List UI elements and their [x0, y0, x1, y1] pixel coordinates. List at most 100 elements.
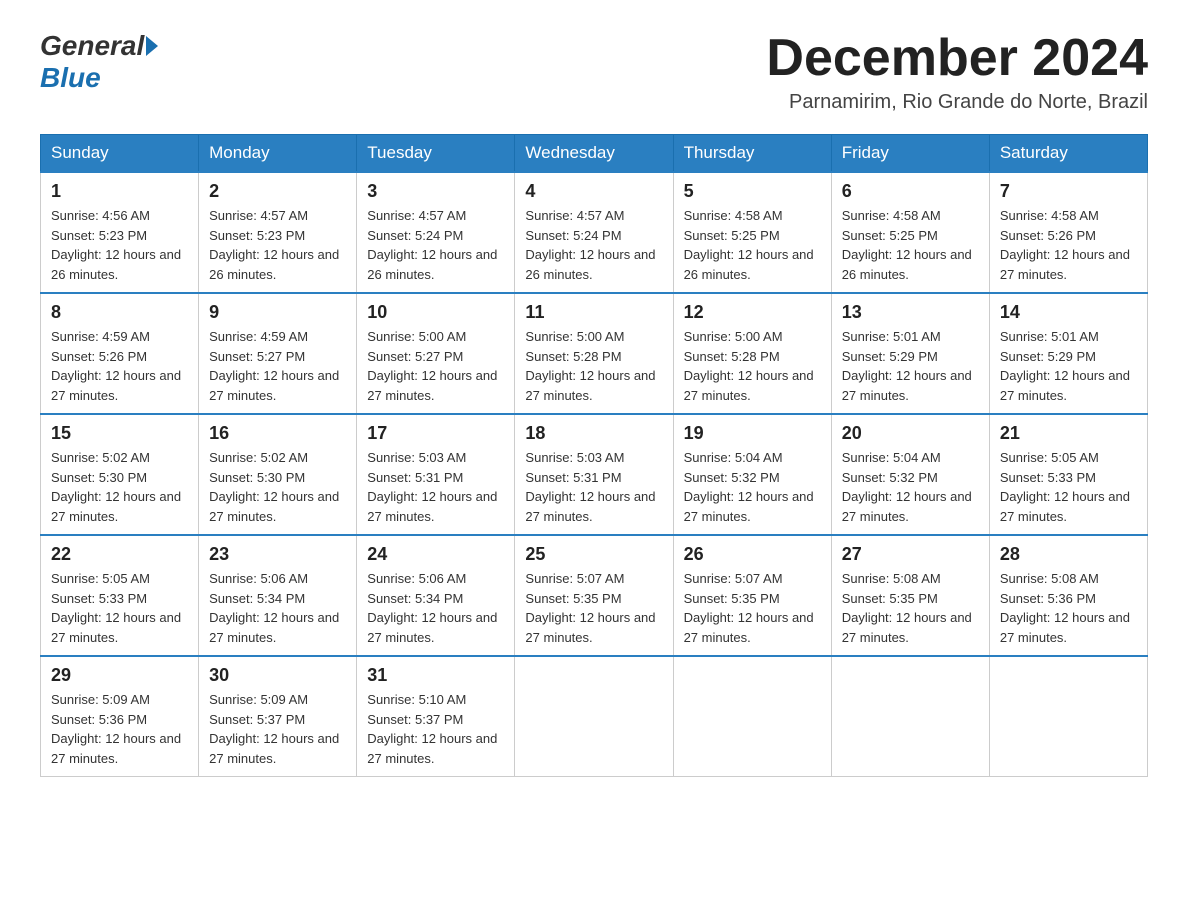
day-cell-27: 27 Sunrise: 5:08 AMSunset: 5:35 PMDaylig… — [831, 535, 989, 656]
day-number: 12 — [684, 302, 821, 323]
day-number: 10 — [367, 302, 504, 323]
day-number: 7 — [1000, 181, 1137, 202]
day-info: Sunrise: 5:00 AMSunset: 5:28 PMDaylight:… — [684, 327, 821, 405]
day-info: Sunrise: 4:56 AMSunset: 5:23 PMDaylight:… — [51, 206, 188, 284]
day-cell-22: 22 Sunrise: 5:05 AMSunset: 5:33 PMDaylig… — [41, 535, 199, 656]
day-info: Sunrise: 5:09 AMSunset: 5:37 PMDaylight:… — [209, 690, 346, 768]
day-number: 4 — [525, 181, 662, 202]
header-monday: Monday — [199, 135, 357, 173]
day-info: Sunrise: 5:07 AMSunset: 5:35 PMDaylight:… — [684, 569, 821, 647]
logo-triangle-icon — [146, 36, 158, 56]
day-cell-7: 7 Sunrise: 4:58 AMSunset: 5:26 PMDayligh… — [989, 172, 1147, 293]
day-cell-10: 10 Sunrise: 5:00 AMSunset: 5:27 PMDaylig… — [357, 293, 515, 414]
day-number: 30 — [209, 665, 346, 686]
day-number: 2 — [209, 181, 346, 202]
title-section: December 2024 Parnamirim, Rio Grande do … — [766, 30, 1148, 114]
day-number: 17 — [367, 423, 504, 444]
logo-blue-text: Blue — [40, 62, 101, 94]
day-cell-4: 4 Sunrise: 4:57 AMSunset: 5:24 PMDayligh… — [515, 172, 673, 293]
week-row-4: 22 Sunrise: 5:05 AMSunset: 5:33 PMDaylig… — [41, 535, 1148, 656]
day-number: 15 — [51, 423, 188, 444]
day-number: 29 — [51, 665, 188, 686]
day-info: Sunrise: 5:06 AMSunset: 5:34 PMDaylight:… — [209, 569, 346, 647]
day-number: 21 — [1000, 423, 1137, 444]
week-row-2: 8 Sunrise: 4:59 AMSunset: 5:26 PMDayligh… — [41, 293, 1148, 414]
day-info: Sunrise: 4:57 AMSunset: 5:23 PMDaylight:… — [209, 206, 346, 284]
day-info: Sunrise: 4:57 AMSunset: 5:24 PMDaylight:… — [367, 206, 504, 284]
day-info: Sunrise: 5:10 AMSunset: 5:37 PMDaylight:… — [367, 690, 504, 768]
day-number: 8 — [51, 302, 188, 323]
day-cell-23: 23 Sunrise: 5:06 AMSunset: 5:34 PMDaylig… — [199, 535, 357, 656]
day-info: Sunrise: 5:03 AMSunset: 5:31 PMDaylight:… — [525, 448, 662, 526]
day-info: Sunrise: 5:04 AMSunset: 5:32 PMDaylight:… — [684, 448, 821, 526]
day-cell-5: 5 Sunrise: 4:58 AMSunset: 5:25 PMDayligh… — [673, 172, 831, 293]
day-cell-19: 19 Sunrise: 5:04 AMSunset: 5:32 PMDaylig… — [673, 414, 831, 535]
empty-cell — [515, 656, 673, 777]
day-info: Sunrise: 5:07 AMSunset: 5:35 PMDaylight:… — [525, 569, 662, 647]
day-info: Sunrise: 4:59 AMSunset: 5:27 PMDaylight:… — [209, 327, 346, 405]
day-cell-9: 9 Sunrise: 4:59 AMSunset: 5:27 PMDayligh… — [199, 293, 357, 414]
day-number: 22 — [51, 544, 188, 565]
week-row-3: 15 Sunrise: 5:02 AMSunset: 5:30 PMDaylig… — [41, 414, 1148, 535]
day-info: Sunrise: 5:01 AMSunset: 5:29 PMDaylight:… — [1000, 327, 1137, 405]
day-cell-17: 17 Sunrise: 5:03 AMSunset: 5:31 PMDaylig… — [357, 414, 515, 535]
day-number: 13 — [842, 302, 979, 323]
day-cell-29: 29 Sunrise: 5:09 AMSunset: 5:36 PMDaylig… — [41, 656, 199, 777]
day-number: 28 — [1000, 544, 1137, 565]
location-title: Parnamirim, Rio Grande do Norte, Brazil — [766, 91, 1148, 114]
day-info: Sunrise: 4:59 AMSunset: 5:26 PMDaylight:… — [51, 327, 188, 405]
day-cell-3: 3 Sunrise: 4:57 AMSunset: 5:24 PMDayligh… — [357, 172, 515, 293]
day-number: 1 — [51, 181, 188, 202]
day-info: Sunrise: 5:08 AMSunset: 5:36 PMDaylight:… — [1000, 569, 1137, 647]
day-cell-12: 12 Sunrise: 5:00 AMSunset: 5:28 PMDaylig… — [673, 293, 831, 414]
month-title: December 2024 — [766, 30, 1148, 87]
day-info: Sunrise: 4:58 AMSunset: 5:26 PMDaylight:… — [1000, 206, 1137, 284]
day-info: Sunrise: 5:09 AMSunset: 5:36 PMDaylight:… — [51, 690, 188, 768]
day-cell-31: 31 Sunrise: 5:10 AMSunset: 5:37 PMDaylig… — [357, 656, 515, 777]
day-number: 31 — [367, 665, 504, 686]
day-cell-11: 11 Sunrise: 5:00 AMSunset: 5:28 PMDaylig… — [515, 293, 673, 414]
day-cell-26: 26 Sunrise: 5:07 AMSunset: 5:35 PMDaylig… — [673, 535, 831, 656]
day-number: 16 — [209, 423, 346, 444]
day-info: Sunrise: 5:04 AMSunset: 5:32 PMDaylight:… — [842, 448, 979, 526]
day-info: Sunrise: 5:02 AMSunset: 5:30 PMDaylight:… — [209, 448, 346, 526]
day-info: Sunrise: 5:00 AMSunset: 5:28 PMDaylight:… — [525, 327, 662, 405]
day-cell-15: 15 Sunrise: 5:02 AMSunset: 5:30 PMDaylig… — [41, 414, 199, 535]
day-info: Sunrise: 5:03 AMSunset: 5:31 PMDaylight:… — [367, 448, 504, 526]
day-cell-24: 24 Sunrise: 5:06 AMSunset: 5:34 PMDaylig… — [357, 535, 515, 656]
day-cell-2: 2 Sunrise: 4:57 AMSunset: 5:23 PMDayligh… — [199, 172, 357, 293]
day-number: 23 — [209, 544, 346, 565]
day-info: Sunrise: 4:58 AMSunset: 5:25 PMDaylight:… — [842, 206, 979, 284]
header-saturday: Saturday — [989, 135, 1147, 173]
day-number: 11 — [525, 302, 662, 323]
day-cell-8: 8 Sunrise: 4:59 AMSunset: 5:26 PMDayligh… — [41, 293, 199, 414]
day-number: 24 — [367, 544, 504, 565]
day-number: 5 — [684, 181, 821, 202]
day-info: Sunrise: 5:05 AMSunset: 5:33 PMDaylight:… — [1000, 448, 1137, 526]
day-info: Sunrise: 4:57 AMSunset: 5:24 PMDaylight:… — [525, 206, 662, 284]
empty-cell — [673, 656, 831, 777]
header-thursday: Thursday — [673, 135, 831, 173]
day-cell-13: 13 Sunrise: 5:01 AMSunset: 5:29 PMDaylig… — [831, 293, 989, 414]
header-sunday: Sunday — [41, 135, 199, 173]
day-number: 27 — [842, 544, 979, 565]
day-info: Sunrise: 5:06 AMSunset: 5:34 PMDaylight:… — [367, 569, 504, 647]
week-row-1: 1 Sunrise: 4:56 AMSunset: 5:23 PMDayligh… — [41, 172, 1148, 293]
day-cell-25: 25 Sunrise: 5:07 AMSunset: 5:35 PMDaylig… — [515, 535, 673, 656]
day-cell-28: 28 Sunrise: 5:08 AMSunset: 5:36 PMDaylig… — [989, 535, 1147, 656]
day-cell-14: 14 Sunrise: 5:01 AMSunset: 5:29 PMDaylig… — [989, 293, 1147, 414]
day-number: 3 — [367, 181, 504, 202]
day-number: 6 — [842, 181, 979, 202]
logo-general-text: General — [40, 30, 144, 62]
day-number: 20 — [842, 423, 979, 444]
empty-cell — [831, 656, 989, 777]
day-cell-18: 18 Sunrise: 5:03 AMSunset: 5:31 PMDaylig… — [515, 414, 673, 535]
day-info: Sunrise: 5:01 AMSunset: 5:29 PMDaylight:… — [842, 327, 979, 405]
day-info: Sunrise: 5:08 AMSunset: 5:35 PMDaylight:… — [842, 569, 979, 647]
day-info: Sunrise: 5:02 AMSunset: 5:30 PMDaylight:… — [51, 448, 188, 526]
header-wednesday: Wednesday — [515, 135, 673, 173]
day-cell-30: 30 Sunrise: 5:09 AMSunset: 5:37 PMDaylig… — [199, 656, 357, 777]
header-friday: Friday — [831, 135, 989, 173]
empty-cell — [989, 656, 1147, 777]
header-tuesday: Tuesday — [357, 135, 515, 173]
